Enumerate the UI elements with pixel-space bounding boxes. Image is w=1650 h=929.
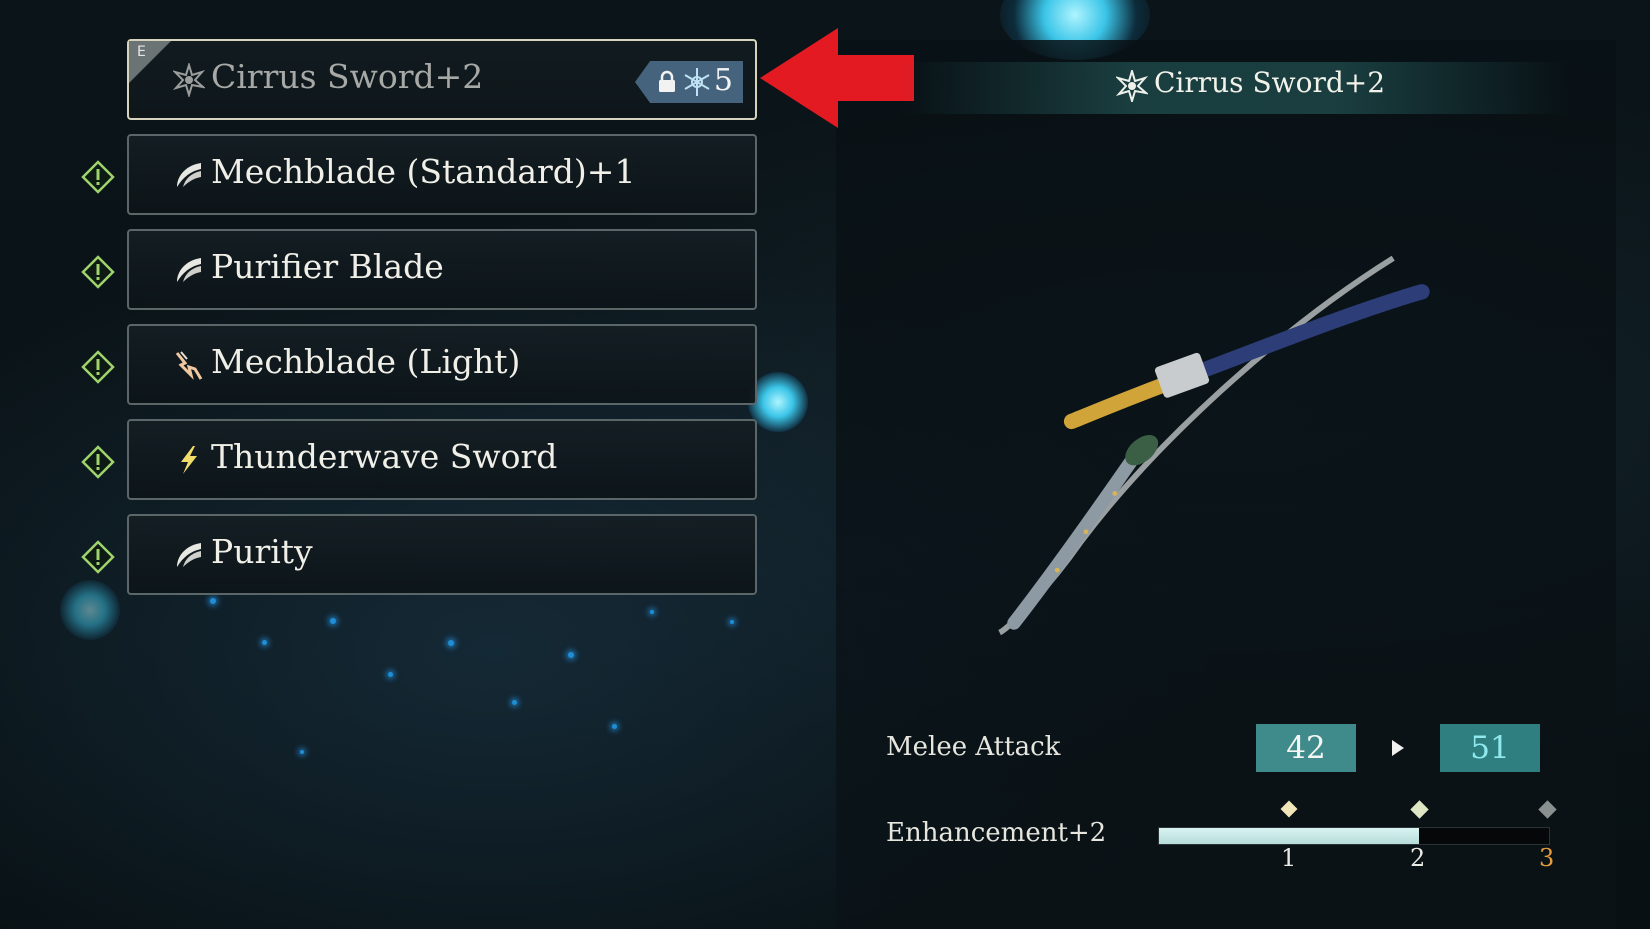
enhancement-label: Enhancement+2	[886, 818, 1107, 848]
lightning-claw-icon	[175, 351, 203, 380]
lightning-bolt-icon	[181, 446, 197, 474]
weapon-name: Purity	[211, 532, 313, 571]
stat-label-melee-attack: Melee Attack	[886, 732, 1061, 762]
enhancement-tick-1: 1	[1281, 844, 1297, 872]
lock-icon	[659, 70, 675, 92]
weapon-name: Cirrus Sword+2	[211, 57, 484, 96]
red-arrow-annotation	[760, 28, 914, 128]
enhancement-tick-2: 2	[1410, 844, 1426, 872]
lock-count: 5	[713, 63, 733, 98]
burst-star-icon	[173, 63, 205, 97]
glowing-orb	[60, 580, 120, 640]
new-alert-icon	[81, 540, 115, 574]
weapon-name: Mechblade (Standard)+1	[211, 152, 636, 191]
weapon-name: Mechblade (Light)	[211, 342, 521, 381]
weapon-name: Thunderwave Sword	[211, 437, 558, 476]
weapon-row-cirrus-sword[interactable]: E Cirrus Sword+2 5	[127, 39, 757, 120]
lock-badge: 5	[635, 61, 743, 103]
new-alert-icon	[81, 445, 115, 479]
glowing-orb	[748, 372, 808, 432]
new-alert-icon	[81, 255, 115, 289]
equipped-tag	[129, 41, 171, 83]
new-alert-icon	[81, 160, 115, 194]
weapon-row-purifier-blade[interactable]: Purifier Blade	[127, 229, 757, 310]
enhancement-progress-bar	[1158, 827, 1550, 845]
enhancement-tick-3: 3	[1539, 844, 1555, 872]
burst-star-icon	[1116, 70, 1148, 102]
stat-next-value: 51	[1440, 724, 1540, 772]
new-alert-icon	[81, 350, 115, 384]
wind-slash-icon	[177, 258, 201, 282]
wind-slash-icon	[177, 543, 201, 567]
snowflake-icon	[684, 68, 710, 96]
weapon-row-mechblade-light[interactable]: Mechblade (Light)	[127, 324, 757, 405]
weapon-row-purity[interactable]: Purity	[127, 514, 757, 595]
wind-slash-icon	[177, 163, 201, 187]
weapon-row-thunderwave-sword[interactable]: Thunderwave Sword	[127, 419, 757, 500]
sword-illustration	[998, 255, 1430, 636]
increase-arrow-icon	[1392, 740, 1404, 756]
detail-title: Cirrus Sword+2	[1154, 66, 1386, 99]
weapon-name: Purifier Blade	[211, 247, 444, 286]
enhancement-progress-fill	[1159, 828, 1419, 844]
weapon-row-mechblade-standard[interactable]: Mechblade (Standard)+1	[127, 134, 757, 215]
stat-current-value: 42	[1256, 724, 1356, 772]
equipped-tag-letter: E	[137, 44, 146, 60]
